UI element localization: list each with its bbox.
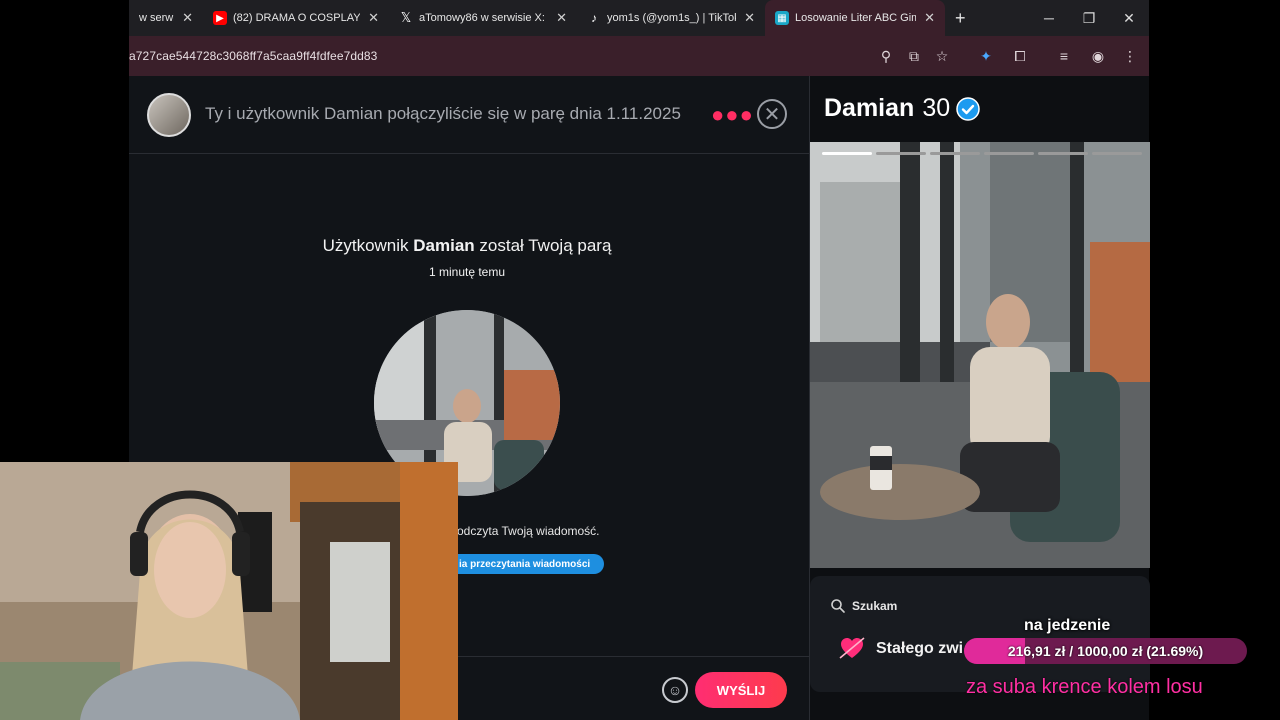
tab-0[interactable]: w serwisie ✕	[129, 0, 203, 36]
chat-header: Ty i użytkownik Damian połączyliście się…	[129, 76, 809, 154]
match-timestamp: 1 minutę temu	[428, 265, 506, 279]
tab-4[interactable]: ▦ Losowanie Liter ABC Gimn ✕	[765, 0, 945, 36]
tab-title: w serwisie	[139, 12, 174, 24]
emoji-icon[interactable]: ☺	[662, 677, 688, 703]
tab-2[interactable]: 𝕏 aTomowy86 w serwisie X: ✕	[389, 0, 577, 36]
send-button[interactable]: WYŚLIJ	[695, 672, 787, 708]
verified-badge-icon	[956, 96, 980, 121]
tab-title: (82) DRAMA O COSPLAYE	[233, 12, 361, 24]
browser-tab-bar: w serwisie ✕ ▶ (82) DRAMA O COSPLAYE ✕ 𝕏…	[129, 0, 1149, 36]
photo-progress-segment-active	[822, 152, 872, 155]
avatar[interactable]	[147, 93, 191, 137]
close-icon[interactable]: ✕	[182, 10, 193, 26]
webcam-overlay	[0, 462, 458, 720]
plus-icon: +	[955, 7, 966, 28]
match-title: Użytkownik Damian został Twoją parą	[129, 236, 805, 256]
looking-for-value: Stałego zwi	[876, 640, 964, 657]
tiktok-icon: ♪	[591, 11, 597, 25]
match-name: Damian	[413, 236, 475, 255]
menu-kebab-icon[interactable]: ⋮	[1120, 46, 1140, 66]
donation-subtitle: za suba krence kolem losu	[966, 676, 1203, 698]
address-bar[interactable]: a727cae544728c3068ff7a5caa9ff4fdfee7dd83	[129, 36, 1149, 76]
url-text[interactable]: a727cae544728c3068ff7a5caa9ff4fdfee7dd83	[129, 49, 377, 63]
install-app-icon[interactable]: ⧉	[904, 46, 924, 66]
profile-name: Damian	[824, 94, 915, 122]
extensions-puzzle-icon[interactable]: ⧠	[1010, 46, 1030, 66]
webcam-image	[0, 462, 458, 720]
photo-progress-segment	[930, 152, 980, 155]
donation-goal-title: na jedzenie	[1024, 617, 1111, 634]
restore-button[interactable]: ❐	[1069, 0, 1109, 36]
close-icon[interactable]: ✕	[744, 10, 755, 26]
close-window-button[interactable]: ✕	[1109, 0, 1149, 36]
photo-progress-segment	[1092, 152, 1142, 155]
looking-for-label: Szukam	[852, 599, 898, 613]
photo-progress-segment	[876, 152, 926, 155]
close-icon[interactable]: ✕	[368, 10, 379, 26]
match-prefix: Użytkownik	[322, 236, 414, 255]
more-options-icon[interactable]: ●●●	[711, 102, 754, 128]
photo-progress-segment	[1038, 152, 1088, 155]
match-suffix: został Twoją parą	[474, 236, 612, 255]
search-icon	[831, 599, 845, 613]
media-queue-icon[interactable]: ≡	[1054, 46, 1074, 66]
profile-name-row: Damian 30	[824, 94, 980, 123]
donation-progress-bar: 216,91 zł / 1000,00 zł (21.69%)	[964, 638, 1247, 664]
close-icon[interactable]: ✕	[924, 10, 935, 26]
read-receipt-button[interactable]: ia przeczytania wiadomości	[447, 554, 605, 574]
tab-title: aTomowy86 w serwisie X:	[419, 12, 545, 24]
tab-title: yom1s (@yom1s_) | TikTok	[607, 12, 737, 24]
x-icon: 𝕏	[400, 10, 412, 25]
extension-translate-icon[interactable]: ✦	[976, 46, 996, 66]
close-icon[interactable]: ✕	[757, 99, 787, 129]
screen: w serwisie ✕ ▶ (82) DRAMA O COSPLAYE ✕ 𝕏…	[0, 0, 1280, 720]
match-info-text: Ty i użytkownik Damian połączyliście się…	[205, 104, 681, 123]
bookmark-star-icon[interactable]: ☆	[932, 46, 952, 66]
location-icon[interactable]: ⚲	[876, 46, 896, 66]
donation-amount: 216,91 zł / 1000,00 zł (21.69%)	[1007, 643, 1204, 659]
letters-icon: ▦	[775, 11, 789, 25]
youtube-icon: ▶	[213, 11, 227, 25]
heart-arrow-icon	[839, 637, 865, 659]
read-receipt-info: n odczyta Twoją wiadomość.	[447, 524, 600, 538]
close-icon[interactable]: ✕	[556, 10, 567, 26]
profile-photo[interactable]	[810, 142, 1150, 568]
new-tab-button[interactable]: +	[945, 0, 975, 36]
profile-icon[interactable]: ◉	[1088, 46, 1108, 66]
tab-1[interactable]: ▶ (82) DRAMA O COSPLAYE ✕	[203, 0, 389, 36]
photo-progress-segment	[984, 152, 1034, 155]
profile-age: 30	[922, 94, 951, 122]
minimize-button[interactable]: ─	[1029, 0, 1069, 36]
tab-title: Losowanie Liter ABC Gimn	[795, 12, 917, 24]
profile-photo-image	[810, 142, 1150, 568]
tab-3[interactable]: ♪ yom1s (@yom1s_) | TikTok ✕	[577, 0, 765, 36]
